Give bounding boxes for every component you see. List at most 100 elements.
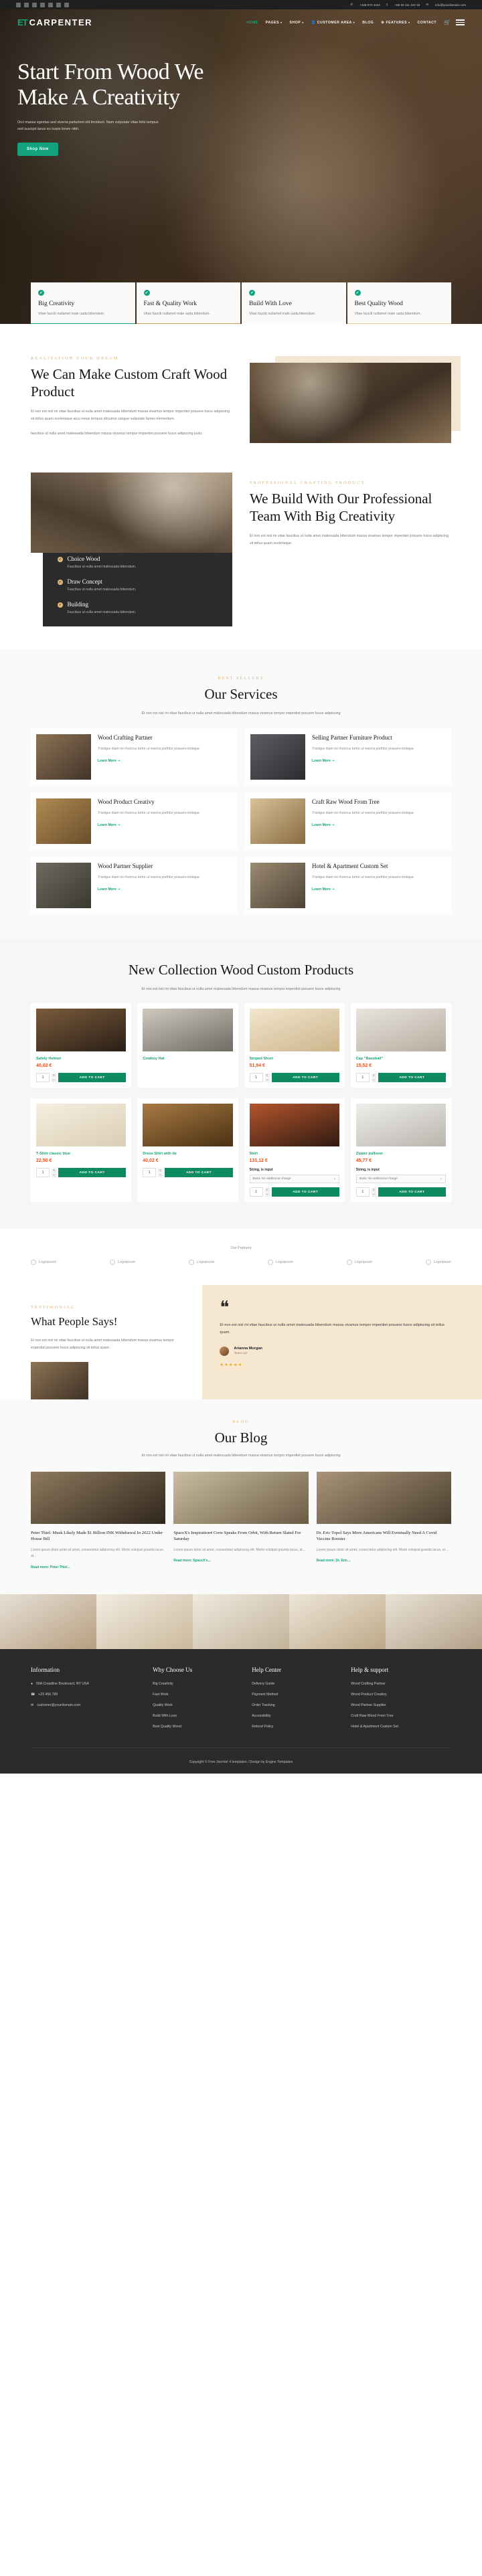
hamburger-menu-icon[interactable] bbox=[456, 19, 465, 25]
quantity-input[interactable]: 1 bbox=[36, 1073, 50, 1083]
add-to-cart-button[interactable]: ADD TO CART bbox=[165, 1168, 233, 1178]
footer-link[interactable]: Big Creativity bbox=[153, 1682, 244, 1686]
gallery-image[interactable] bbox=[289, 1594, 386, 1649]
product-card[interactable]: Dress Shirt with tie 40,02 € 1 + − ADD TO… bbox=[137, 1098, 238, 1203]
quantity-stepper[interactable]: + − bbox=[52, 1073, 56, 1082]
product-name[interactable]: Zipper pullover bbox=[356, 1152, 446, 1156]
nav-item-contact[interactable]: CONTACT bbox=[418, 21, 436, 25]
nav-item-features[interactable]: ⚙ FEATURES ▾ bbox=[381, 21, 410, 25]
social-links[interactable] bbox=[16, 2, 69, 7]
product-card[interactable]: Cowboy Hat bbox=[137, 1003, 238, 1088]
product-card[interactable]: Striped Short 51,94 € 1 + − ADD TO CART bbox=[244, 1003, 345, 1088]
nav-item-customer-area[interactable]: 👤 CUSTOMER AREA ▾ bbox=[311, 21, 355, 25]
learn-more-link[interactable]: Learn More ➝ bbox=[98, 823, 120, 827]
footer-link[interactable]: Craft Raw Wood From Tree bbox=[351, 1714, 451, 1718]
add-to-cart-button[interactable]: ADD TO CART bbox=[378, 1073, 446, 1083]
service-card[interactable]: Wood Product Creativy Tristique diam ne … bbox=[31, 793, 237, 850]
footer-link[interactable]: Build With Love bbox=[153, 1714, 244, 1718]
shop-now-button[interactable]: Shop Now bbox=[17, 142, 58, 156]
quantity-input[interactable]: 1 bbox=[355, 1187, 370, 1197]
top-phone-2[interactable]: +88 00 111 222 33 bbox=[395, 3, 420, 7]
increment-icon[interactable]: + bbox=[371, 1073, 376, 1078]
blog-read-more-link[interactable]: Read more: SpaceX's... bbox=[173, 1559, 210, 1563]
decrement-icon[interactable]: − bbox=[264, 1192, 270, 1197]
quantity-input[interactable]: 1 bbox=[143, 1168, 157, 1178]
nav-item-pages[interactable]: PAGES ▾ bbox=[266, 21, 283, 25]
blog-post-image[interactable] bbox=[173, 1471, 309, 1524]
product-option-select[interactable]: Basic No additional charge ⌄ bbox=[249, 1175, 339, 1184]
decrement-icon[interactable]: − bbox=[371, 1192, 376, 1197]
decrement-icon[interactable]: − bbox=[52, 1078, 56, 1082]
nav-item-blog[interactable]: BLOG bbox=[362, 21, 374, 25]
product-option-select[interactable]: Basic No additional charge ⌄ bbox=[355, 1175, 446, 1184]
blog-post-card[interactable]: Dr. Eric Topol Says More Americans Will … bbox=[316, 1471, 451, 1570]
product-image[interactable] bbox=[355, 1009, 446, 1052]
footer-email[interactable]: ✉ customer@yourdomain.com bbox=[31, 1703, 145, 1707]
service-card[interactable]: Selling Partner Furniture Product Tristi… bbox=[245, 729, 451, 786]
add-to-cart-button[interactable]: ADD TO CART bbox=[271, 1073, 339, 1083]
quantity-stepper[interactable]: + − bbox=[52, 1168, 56, 1177]
add-to-cart-button[interactable]: ADD TO CART bbox=[378, 1187, 446, 1197]
product-name[interactable]: Cap "Baseball" bbox=[356, 1057, 446, 1061]
product-name[interactable]: T-Shirt classic blue bbox=[36, 1152, 126, 1156]
quantity-stepper[interactable]: + − bbox=[158, 1168, 163, 1177]
partner-logo[interactable]: Logoipsum bbox=[267, 1260, 293, 1266]
decrement-icon[interactable]: − bbox=[158, 1173, 163, 1177]
pinterest-icon[interactable] bbox=[32, 2, 37, 7]
quantity-input[interactable]: 1 bbox=[355, 1073, 370, 1083]
blog-post-title[interactable]: Dr. Eric Topol Says More Americans Will … bbox=[317, 1530, 451, 1543]
blog-post-image[interactable] bbox=[316, 1471, 451, 1524]
gallery-image[interactable] bbox=[96, 1594, 193, 1649]
decrement-icon[interactable]: − bbox=[371, 1078, 376, 1082]
product-image[interactable] bbox=[143, 1009, 233, 1052]
footer-link[interactable]: Order Tracking bbox=[252, 1703, 343, 1707]
top-email[interactable]: info@yourdomain.com bbox=[435, 3, 466, 7]
footer-link[interactable]: Refund Policy bbox=[252, 1725, 343, 1729]
instagram-icon[interactable] bbox=[56, 2, 61, 7]
blog-post-image[interactable] bbox=[31, 1471, 166, 1524]
footer-link[interactable]: Wood Crafting Partner bbox=[351, 1682, 451, 1686]
blog-read-more-link[interactable]: Read more: Dr. Eric... bbox=[317, 1559, 351, 1563]
quantity-stepper[interactable]: + − bbox=[371, 1187, 376, 1197]
increment-icon[interactable]: + bbox=[264, 1073, 270, 1078]
product-name[interactable]: Skirt bbox=[250, 1152, 339, 1156]
footer-link[interactable]: Hotel & Apartment Custom Set bbox=[351, 1725, 451, 1729]
increment-icon[interactable]: + bbox=[158, 1168, 163, 1173]
blog-post-card[interactable]: SpaceX's Inspiration4 Crew Speaks From O… bbox=[173, 1471, 309, 1570]
decrement-icon[interactable]: − bbox=[264, 1078, 270, 1082]
blog-read-more-link[interactable]: Read more: Peter Thiel... bbox=[31, 1565, 70, 1569]
decrement-icon[interactable]: − bbox=[52, 1173, 56, 1177]
twitter-icon[interactable] bbox=[24, 2, 29, 7]
site-logo[interactable]: ET CARPENTER bbox=[17, 17, 92, 27]
learn-more-link[interactable]: Learn More ➝ bbox=[312, 823, 335, 827]
footer-link[interactable]: Delivery Guide bbox=[252, 1682, 343, 1686]
footer-link[interactable]: Best Quality Wood bbox=[153, 1725, 244, 1729]
quantity-stepper[interactable]: + − bbox=[264, 1073, 270, 1082]
product-image[interactable] bbox=[36, 1009, 127, 1052]
learn-more-link[interactable]: Learn More ➝ bbox=[312, 887, 335, 891]
increment-icon[interactable]: + bbox=[264, 1187, 270, 1192]
learn-more-link[interactable]: Learn More ➝ bbox=[98, 759, 120, 763]
blog-post-card[interactable]: Peter Thiel: Musk Likely Made $1 Billion… bbox=[31, 1471, 166, 1570]
service-card[interactable]: Craft Raw Wood From Tree Tristique diam … bbox=[245, 793, 451, 850]
partner-logo[interactable]: Logoipsum bbox=[109, 1260, 135, 1266]
product-card[interactable]: Zipper pullover 45,77 € String, is input… bbox=[350, 1098, 451, 1203]
quantity-input[interactable]: 1 bbox=[249, 1073, 263, 1083]
footer-link[interactable]: Quality Work bbox=[153, 1703, 244, 1707]
quantity-input[interactable]: 1 bbox=[249, 1187, 263, 1197]
blog-post-title[interactable]: Peter Thiel: Musk Likely Made $1 Billion… bbox=[31, 1530, 165, 1543]
product-image[interactable] bbox=[249, 1009, 339, 1052]
footer-link[interactable]: Payment Method bbox=[252, 1693, 343, 1697]
quantity-input[interactable]: 1 bbox=[36, 1168, 50, 1178]
gallery-image[interactable] bbox=[0, 1594, 96, 1649]
product-card[interactable]: T-Shirt classic blue 22,50 € 1 + − ADD TO… bbox=[31, 1098, 132, 1203]
increment-icon[interactable]: + bbox=[52, 1168, 56, 1173]
service-card[interactable]: Hotel & Apartment Custom Set Tristique d… bbox=[245, 857, 451, 914]
product-name[interactable]: Dress Shirt with tie bbox=[143, 1152, 232, 1156]
youtube-icon[interactable] bbox=[40, 2, 45, 7]
service-card[interactable]: Wood Crafting Partner Tristique diam ne … bbox=[31, 729, 237, 786]
product-image[interactable] bbox=[36, 1104, 127, 1147]
footer-link[interactable]: Fast Work bbox=[153, 1693, 244, 1697]
product-name[interactable]: Cowboy Hat bbox=[143, 1057, 232, 1061]
quantity-stepper[interactable]: + − bbox=[371, 1073, 376, 1082]
